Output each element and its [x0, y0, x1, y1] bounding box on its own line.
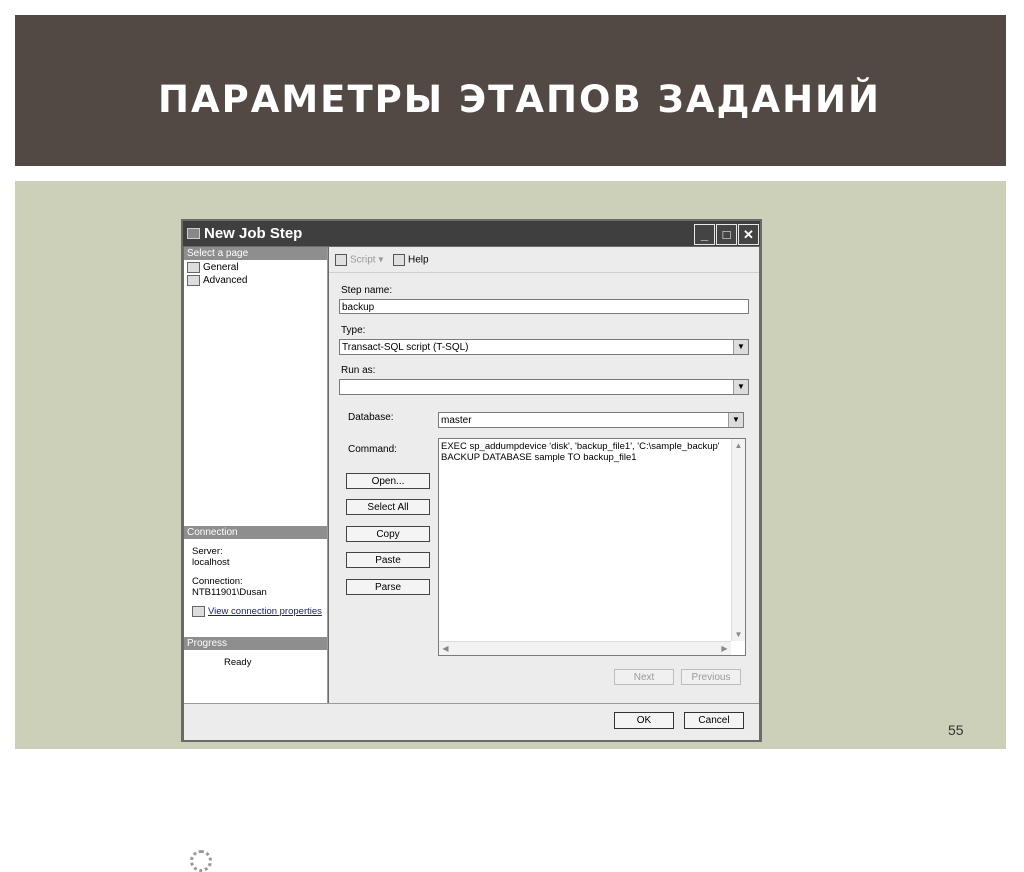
maximize-button[interactable]: □ [716, 224, 737, 245]
script-label: Script [350, 254, 376, 266]
connection-value: NTB11901\Dusan [192, 587, 267, 598]
progress-header: Progress [184, 637, 327, 650]
type-label: Type: [341, 325, 366, 336]
page-item-general[interactable]: General [187, 262, 239, 273]
step-name-label: Step name: [341, 285, 393, 296]
ok-button[interactable]: OK [614, 712, 674, 729]
step-name-input[interactable]: backup [339, 299, 749, 314]
database-label: Database: [348, 412, 394, 423]
window-title: New Job Step [204, 225, 303, 242]
vertical-scrollbar[interactable]: ▲ ▼ [731, 439, 745, 641]
progress-status: Ready [224, 657, 252, 668]
page-icon [187, 275, 200, 286]
slide-title: ПАРАМЕТРЫ ЭТАПОВ ЗАДАНИЙ [158, 78, 881, 121]
view-connection-properties-link[interactable]: View connection properties [192, 606, 322, 617]
toolbar: Script ▾ Help [329, 247, 759, 273]
database-select-value: master [441, 415, 472, 426]
server-value: localhost [192, 557, 230, 568]
close-button[interactable]: ✕ [738, 224, 759, 245]
scroll-down-icon[interactable]: ▼ [732, 628, 745, 641]
scroll-up-icon[interactable]: ▲ [732, 439, 745, 452]
command-textarea[interactable]: EXEC sp_addumpdevice 'disk', 'backup_fil… [438, 438, 746, 656]
connection-label: Connection: [192, 576, 243, 587]
database-select[interactable]: master ▼ [438, 412, 744, 428]
paste-button[interactable]: Paste [346, 552, 430, 568]
type-select-value: Transact-SQL script (T-SQL) [342, 342, 469, 353]
previous-button[interactable]: Previous [681, 669, 741, 685]
help-icon [393, 254, 405, 266]
chevron-down-icon[interactable]: ▼ [733, 340, 748, 354]
horizontal-scrollbar[interactable]: ◀ ▶ [439, 641, 731, 655]
connection-header: Connection [184, 526, 327, 539]
properties-icon [192, 606, 205, 617]
page-number: 55 [948, 722, 964, 738]
right-pane: Script ▾ Help Step name: backup Type: Tr… [329, 247, 759, 703]
run-as-select[interactable]: ▼ [339, 379, 749, 395]
script-icon [335, 254, 347, 266]
command-label: Command: [348, 444, 397, 455]
page-item-label: General [203, 262, 239, 274]
select-page-header: Select a page [184, 247, 327, 260]
new-job-step-window: New Job Step _ □ ✕ Select a page General… [181, 219, 762, 872]
window-titlebar[interactable]: New Job Step _ □ ✕ [183, 221, 760, 246]
run-as-label: Run as: [341, 365, 376, 376]
help-label: Help [408, 254, 429, 266]
next-button[interactable]: Next [614, 669, 674, 685]
progress-spinner-icon [190, 850, 212, 872]
open-button[interactable]: Open... [346, 473, 430, 489]
chevron-down-icon[interactable]: ▼ [733, 380, 748, 394]
type-select[interactable]: Transact-SQL script (T-SQL) ▼ [339, 339, 749, 355]
select-all-button[interactable]: Select All [346, 499, 430, 515]
scroll-left-icon[interactable]: ◀ [439, 642, 452, 655]
parse-button[interactable]: Parse [346, 579, 430, 595]
minimize-button[interactable]: _ [694, 224, 715, 245]
page-item-advanced[interactable]: Advanced [187, 275, 247, 286]
chevron-down-icon[interactable]: ▼ [728, 413, 743, 427]
scroll-right-icon[interactable]: ▶ [718, 642, 731, 655]
page-item-label: Advanced [203, 275, 248, 287]
server-label: Server: [192, 546, 223, 557]
help-button[interactable]: Help [393, 254, 429, 266]
left-pane: Select a page General Advanced Connectio… [184, 247, 328, 703]
app-icon [187, 228, 200, 239]
link-label: View connection properties [208, 606, 322, 618]
copy-button[interactable]: Copy [346, 526, 430, 542]
script-button[interactable]: Script ▾ [335, 254, 383, 266]
command-text: EXEC sp_addumpdevice 'disk', 'backup_fil… [441, 441, 720, 463]
cancel-button[interactable]: Cancel [684, 712, 744, 729]
page-icon [187, 262, 200, 273]
